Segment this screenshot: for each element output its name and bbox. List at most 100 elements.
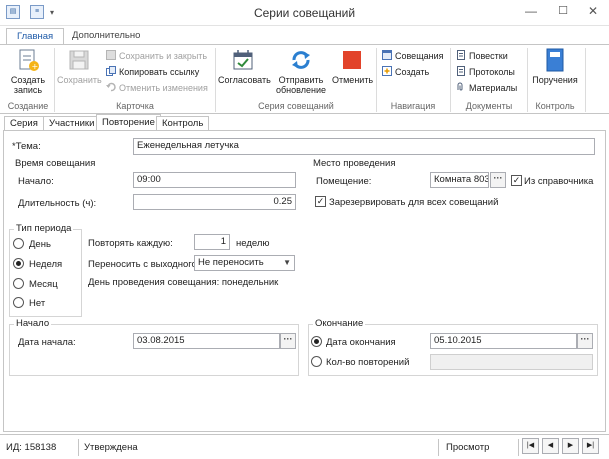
save-and-close-icon bbox=[106, 50, 116, 60]
period-none-radio[interactable] bbox=[13, 297, 24, 308]
repeat-count-radio[interactable] bbox=[311, 356, 322, 367]
protocols-label: Протоколы bbox=[469, 67, 515, 77]
move-from-weekend-select[interactable]: Не переносить ▼ bbox=[194, 255, 295, 271]
from-directory-checkbox[interactable]: ✓ bbox=[511, 175, 522, 186]
nav-next-button[interactable]: ▶ bbox=[562, 438, 579, 454]
assignments-button[interactable]: Поручения bbox=[530, 47, 580, 85]
status-state: Утверждена bbox=[84, 442, 138, 453]
ribbon-divider bbox=[450, 48, 451, 112]
svg-text:+: + bbox=[32, 62, 39, 71]
close-button[interactable]: ✕ bbox=[582, 2, 604, 20]
cancel-series-button[interactable]: Отменить bbox=[332, 47, 374, 85]
status-divider bbox=[518, 439, 519, 456]
save-and-close-label: Сохранить и закрыть bbox=[119, 51, 208, 61]
status-divider bbox=[438, 439, 439, 456]
copy-link-label: Копировать ссылку bbox=[119, 67, 200, 77]
tab-participants[interactable]: Участники bbox=[43, 116, 101, 131]
start-time-label: Начало: bbox=[18, 176, 54, 187]
status-bar: ИД: 158138 Утверждена Просмотр |◀ ◀ ▶ ▶| bbox=[0, 434, 609, 459]
ribbon-tab-strip: Главная Дополнительно bbox=[0, 26, 609, 45]
view-mode: Просмотр bbox=[446, 442, 490, 453]
period-none-label: Нет bbox=[29, 298, 46, 309]
ribbon-divider bbox=[54, 48, 55, 112]
ribbon-tab-home[interactable]: Главная bbox=[6, 28, 65, 45]
copy-link-button[interactable]: Копировать ссылку bbox=[106, 65, 199, 79]
nav-last-button[interactable]: ▶| bbox=[582, 438, 599, 454]
minimize-button[interactable]: — bbox=[520, 2, 542, 20]
repeat-every-input[interactable]: 1 bbox=[194, 234, 230, 250]
create-record-label: Создать запись bbox=[10, 75, 46, 95]
ribbon-tab-additional[interactable]: Дополнительно bbox=[62, 28, 150, 45]
maximize-button[interactable]: ☐ bbox=[552, 2, 574, 20]
meetings-icon bbox=[382, 50, 392, 60]
ribbon-divider bbox=[376, 48, 377, 112]
repeat-count-input[interactable] bbox=[430, 354, 593, 370]
tab-control[interactable]: Контроль bbox=[156, 116, 210, 131]
duration-input[interactable]: 0.25 bbox=[133, 194, 296, 210]
nav-create-button[interactable]: Создать bbox=[382, 65, 429, 79]
move-from-weekend-value: Не переносить bbox=[198, 257, 264, 268]
group-label-navigation: Навигация bbox=[390, 101, 436, 111]
repeat-count-label: Кол-во повторений bbox=[326, 357, 410, 368]
create-record-button[interactable]: + Создать запись bbox=[6, 47, 50, 95]
start-date-picker-button[interactable]: ··· bbox=[280, 333, 296, 349]
period-day-label: День bbox=[29, 239, 51, 250]
nav-create-label: Создать bbox=[395, 67, 430, 77]
topic-input[interactable]: Еженедельная летучка bbox=[133, 138, 595, 155]
undo-changes-button[interactable]: Отменить изменения bbox=[106, 81, 208, 95]
cancel-series-label: Отменить bbox=[332, 75, 374, 85]
save-label: Сохранить bbox=[57, 75, 102, 85]
end-date-picker-button[interactable]: ··· bbox=[577, 333, 593, 349]
period-month-label: Месяц bbox=[29, 279, 58, 290]
nav-first-button[interactable]: |◀ bbox=[522, 438, 539, 454]
tab-recurrence[interactable]: Повторение bbox=[96, 114, 161, 131]
title-bar: ▤ ≡ ▾ Серии совещаний — ☐ ✕ bbox=[0, 0, 609, 26]
end-group-label: Окончание bbox=[313, 318, 366, 329]
save-icon bbox=[66, 47, 92, 73]
period-week-label: Неделя bbox=[29, 259, 63, 270]
window-title: Серии совещаний bbox=[253, 6, 356, 20]
nav-meetings-button[interactable]: Совещания bbox=[382, 49, 443, 63]
save-button[interactable]: Сохранить bbox=[57, 47, 102, 85]
chevron-down-icon: ▼ bbox=[283, 258, 291, 267]
end-date-radio[interactable] bbox=[311, 336, 322, 347]
nav-meetings-label: Совещания bbox=[395, 51, 444, 61]
assignments-label: Поручения bbox=[532, 75, 578, 85]
ribbon-divider bbox=[215, 48, 216, 112]
period-type-group-label: Тип периода bbox=[14, 223, 74, 234]
materials-button[interactable]: Материалы bbox=[456, 81, 517, 95]
room-picker-button[interactable]: ··· bbox=[490, 172, 506, 188]
move-from-weekend-label: Переносить с выходного: bbox=[88, 259, 200, 270]
group-label-series: Серия совещаний bbox=[258, 101, 334, 111]
meeting-day-text: День проведения совещания: понедельник bbox=[88, 277, 279, 288]
create-icon bbox=[382, 66, 392, 76]
create-record-icon: + bbox=[15, 47, 41, 73]
stop-icon bbox=[339, 47, 365, 73]
meeting-time-group-label: Время совещания bbox=[13, 158, 98, 169]
tab-series[interactable]: Серия bbox=[4, 116, 44, 131]
undo-changes-label: Отменить изменения bbox=[119, 83, 208, 93]
status-divider bbox=[78, 439, 79, 456]
period-month-radio[interactable] bbox=[13, 278, 24, 289]
end-date-input[interactable]: 05.10.2015 bbox=[430, 333, 577, 349]
nav-prev-button[interactable]: ◀ bbox=[542, 438, 559, 454]
reserve-all-checkbox[interactable]: ✓ bbox=[315, 196, 326, 207]
refresh-icon bbox=[288, 47, 314, 73]
agendas-label: Повестки bbox=[469, 51, 508, 61]
approve-button[interactable]: Согласовать bbox=[218, 47, 271, 85]
start-date-input[interactable]: 03.08.2015 bbox=[133, 333, 280, 349]
materials-label: Материалы bbox=[469, 83, 518, 93]
room-label: Помещение: bbox=[316, 176, 372, 187]
start-group bbox=[9, 324, 299, 376]
send-update-button[interactable]: Отправить обновление bbox=[272, 47, 330, 95]
agendas-button[interactable]: Повестки bbox=[456, 49, 508, 63]
start-group-label: Начало bbox=[14, 318, 52, 329]
save-and-close-button[interactable]: Сохранить и закрыть bbox=[106, 49, 207, 63]
protocols-icon bbox=[456, 66, 466, 76]
start-time-input[interactable]: 09:00 bbox=[133, 172, 296, 188]
period-day-radio[interactable] bbox=[13, 238, 24, 249]
form-tab-strip: Серия Участники Повторение Контроль bbox=[0, 114, 609, 131]
room-input[interactable]: Комната 803 bbox=[430, 172, 489, 188]
period-week-radio[interactable] bbox=[13, 258, 24, 269]
protocols-button[interactable]: Протоколы bbox=[456, 65, 515, 79]
